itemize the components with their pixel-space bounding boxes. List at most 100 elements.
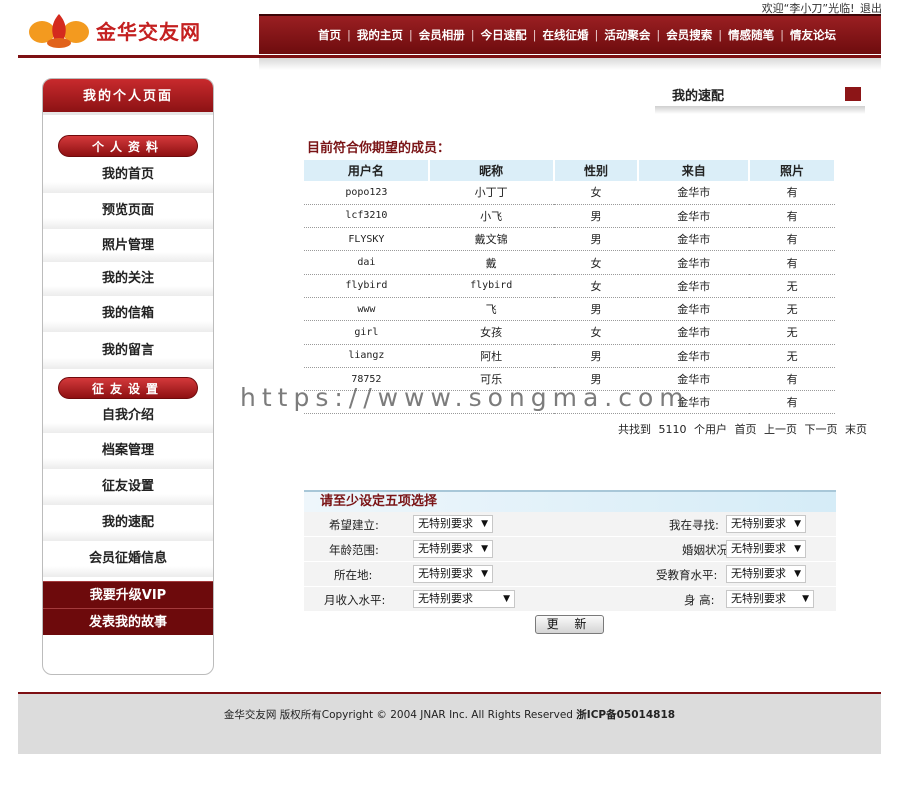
table-cell-nickname: 阿杜 (428, 344, 554, 368)
form-right-label: 婚姻状况: (682, 543, 732, 557)
nav-item-2[interactable]: 会员相册 (413, 27, 471, 43)
table-cell-photo: 有 (749, 227, 835, 252)
form-row: 希望建立: 无特别要求 ▼ 我在寻找: 无特别要求 ▼ (304, 512, 836, 537)
sidebar-item-items2-3[interactable]: 我的速配 (43, 505, 213, 541)
nav-item-5[interactable]: 活动聚会 (598, 27, 656, 43)
site-logo[interactable]: 金华交友网 (28, 10, 201, 50)
footer: 金华交友网 版权所有Copyright © 2004 JNAR Inc. All… (18, 694, 881, 754)
form-right-select[interactable]: 无特别要求 ▼ (726, 540, 806, 558)
table-cell-photo: 有 (749, 367, 835, 392)
upgrade-vip-button[interactable]: 我要升级VIP (43, 581, 213, 608)
table-row[interactable]: flybird flybird 女金华市无 (304, 274, 835, 298)
column-header: 照片 (749, 160, 836, 181)
pager-prev-link[interactable]: 上一页 (764, 423, 797, 436)
nav-item-8[interactable]: 情友论坛 (784, 27, 842, 43)
header-shadow (259, 58, 881, 70)
table-cell-photo: 有 (749, 250, 835, 275)
table-row[interactable]: FLYSKY 戴文锦男金华市有 (304, 227, 835, 252)
table-row[interactable]: www 飞男金华市无 (304, 297, 835, 322)
table-cell-gender: 男 (553, 297, 639, 322)
table-cell-username[interactable]: lcf3210 (304, 204, 429, 229)
table-cell-photo: 无 (749, 320, 835, 345)
form-left-select[interactable]: 无特别要求 ▼ (413, 540, 493, 558)
table-cell-nickname: 飞 (428, 297, 554, 322)
select-value: 无特别要求 (418, 542, 473, 555)
table-cell-username[interactable]: www (304, 297, 429, 322)
sidebar-item-items1-0[interactable]: 我的首页 (43, 157, 213, 193)
table-cell-photo: 无 (749, 274, 835, 298)
table-cell-from: 金华市 (638, 227, 750, 252)
sidebar-item-items1-3[interactable]: 我的关注 (43, 262, 213, 296)
table-cell-username[interactable]: liangz (304, 344, 429, 368)
table-cell-username[interactable]: dai (304, 250, 429, 275)
form-row: 所在地: 无特别要求 ▼ 受教育水平: 无特别要求 ▼ (304, 562, 836, 587)
table-cell-username[interactable]: girl (304, 320, 429, 345)
table-cell-username[interactable]: flybird (304, 274, 429, 298)
nav-item-6[interactable]: 会员搜索 (660, 27, 718, 43)
sidebar-item-items2-0[interactable]: 自我介绍 (43, 399, 213, 433)
nav-item-3[interactable]: 今日速配 (475, 27, 533, 43)
preferences-form: 希望建立: 无特别要求 ▼ 我在寻找: 无特别要求 ▼ 年龄范围: 无特别要求 ▼ 婚姻状况: 无特… (304, 512, 836, 612)
preferences-form-title: 请至少设定五项选择 (304, 490, 836, 512)
table-cell-username[interactable]: popo123 (304, 181, 429, 205)
table-row[interactable]: girl 女孩女金华市无 (304, 320, 835, 345)
table-row[interactable]: lcf3210 小飞男金华市有 (304, 204, 835, 229)
table-cell-from: 金华市 (638, 274, 750, 298)
table-cell-photo: 无 (749, 344, 835, 368)
post-story-button[interactable]: 发表我的故事 (43, 608, 213, 635)
table-row[interactable]: dai 戴女金华市有 (304, 250, 835, 275)
sidebar-item-items2-4[interactable]: 会员征婚信息 (43, 541, 213, 577)
form-left-select[interactable]: 无特别要求 ▼ (413, 565, 493, 583)
sidebar-item-items1-4[interactable]: 我的信箱 (43, 296, 213, 332)
form-right-label: 我在寻找: (669, 518, 719, 532)
form-right-select[interactable]: 无特别要求 ▼ (726, 590, 814, 608)
update-button[interactable]: 更 新 (535, 615, 604, 634)
form-row: 年龄范围: 无特别要求 ▼ 婚姻状况: 无特别要求 ▼ (304, 537, 836, 562)
chevron-down-icon: ▼ (481, 519, 488, 529)
pager-found-suffix: 个用户 (694, 423, 727, 436)
table-cell-nickname: 小丁丁 (428, 181, 554, 205)
sidebar-item-items2-1[interactable]: 档案管理 (43, 433, 213, 469)
form-left-select[interactable]: 无特别要求 ▼ (413, 515, 493, 533)
members-table-body: popo123 小丁丁女金华市有 lcf3210 小飞男金华市有 FLYSKY 戴文锦男金… (304, 181, 835, 415)
table-row[interactable]: liangz 阿杜男金华市无 (304, 344, 835, 368)
pager-last-link[interactable]: 末页 (845, 423, 867, 436)
nav-item-7[interactable]: 情感随笔 (722, 27, 780, 43)
title-underline (655, 106, 865, 114)
nav-item-0[interactable]: 首页 (312, 27, 347, 43)
pager-first-link[interactable]: 首页 (735, 423, 757, 436)
sidebar-item-items1-1[interactable]: 预览页面 (43, 193, 213, 229)
sidebar-item-items1-2[interactable]: 照片管理 (43, 229, 213, 262)
chevron-down-icon: ▼ (794, 569, 801, 579)
table-cell-from: 金华市 (638, 320, 750, 345)
pager-next-link[interactable]: 下一页 (805, 423, 838, 436)
sidebar: 我的个人页面 个人资料 我的首页 预览页面 照片管理 我的关注 我的信箱 我的留言 征友设… (42, 78, 214, 675)
table-cell-nickname: 戴 (428, 250, 554, 275)
column-header: 来自 (638, 160, 751, 181)
form-row: 月收入水平: 无特别要求 ▼ 身 高: 无特别要求 ▼ (304, 587, 836, 612)
sidebar-section-settings: 征友设置 (58, 377, 198, 399)
table-cell-nickname: 戴文锦 (428, 227, 554, 252)
form-right-label: 受教育水平: (656, 568, 718, 582)
nav-item-4[interactable]: 在线征婚 (537, 27, 595, 43)
sidebar-item-items2-2[interactable]: 征友设置 (43, 469, 213, 505)
chevron-down-icon: ▼ (503, 594, 510, 604)
select-value: 无特别要求 (731, 567, 786, 580)
table-cell-photo: 无 (749, 297, 835, 322)
footer-copyright: 金华交友网 版权所有Copyright © 2004 JNAR Inc. All… (223, 709, 573, 721)
sidebar-item-items1-5[interactable]: 我的留言 (43, 332, 213, 369)
table-cell-gender: 男 (553, 344, 639, 368)
sidebar-group-profile: 我的首页 预览页面 照片管理 我的关注 我的信箱 我的留言 (43, 157, 213, 369)
form-left-label: 希望建立: (329, 518, 379, 532)
sidebar-title: 我的个人页面 (43, 79, 213, 115)
nav-item-1[interactable]: 我的主页 (351, 27, 409, 43)
table-cell-username[interactable]: FLYSKY (304, 227, 429, 252)
chevron-down-icon: ▼ (481, 569, 488, 579)
table-cell-nickname: flybird (428, 274, 554, 298)
form-left-select[interactable]: 无特别要求 ▼ (413, 590, 515, 608)
table-cell-from: 金华市 (638, 297, 750, 322)
table-row[interactable]: popo123 小丁丁女金华市有 (304, 181, 835, 205)
form-right-select[interactable]: 无特别要求 ▼ (726, 565, 806, 583)
chevron-down-icon: ▼ (794, 544, 801, 554)
form-right-select[interactable]: 无特别要求 ▼ (726, 515, 806, 533)
